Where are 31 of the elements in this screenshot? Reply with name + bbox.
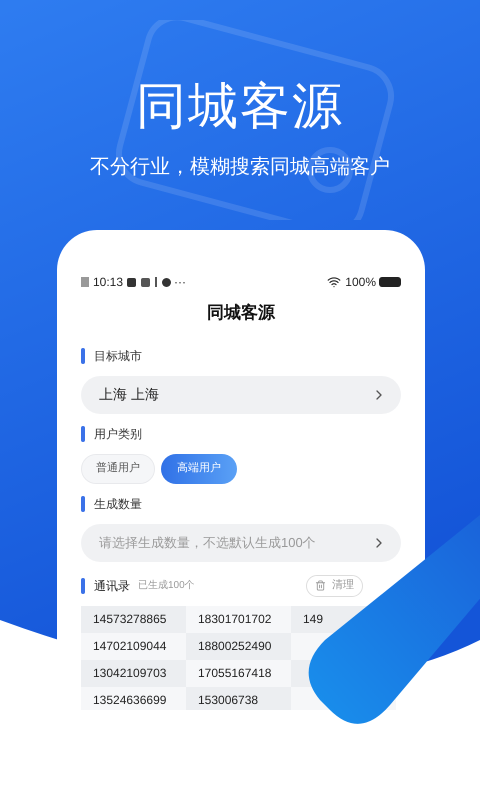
user-type-chip[interactable]: 高端用户 xyxy=(161,454,237,484)
phone-number-cell: 18301701702 xyxy=(186,606,291,632)
more-notifications: ··· xyxy=(174,274,186,291)
phone-number-cell: 13042109703 xyxy=(81,660,186,686)
battery-percent: 100% xyxy=(345,274,376,291)
battery-icon xyxy=(379,277,401,287)
generated-count: 已生成100个 xyxy=(138,578,195,593)
phone-number-cell: 153006738 xyxy=(186,686,291,710)
section-label: 通讯录 xyxy=(94,578,130,594)
section-label: 目标城市 xyxy=(94,348,142,364)
section-label: 用户类别 xyxy=(94,426,142,442)
phone-number-cell: 18800252490 xyxy=(186,632,291,660)
phone-number-cell: 14702109044 xyxy=(81,632,186,660)
hero-title: 同城客源 xyxy=(136,78,344,134)
phone-number-cell: 13524636699 xyxy=(81,686,186,710)
phone-number-cell: 17055167418 xyxy=(186,660,291,686)
phone-number-cell: 14573278865 xyxy=(81,606,186,632)
status-time: 10:13 xyxy=(93,274,124,291)
hero-subtitle: 不分行业，模糊搜索同城高端客户 xyxy=(90,155,390,180)
quantity-input[interactable]: 请选择生成数量，不选默认生成100个 xyxy=(99,532,371,552)
select-field[interactable]: 上海 上海 xyxy=(81,376,401,414)
section-marker xyxy=(81,348,85,364)
section-marker xyxy=(81,578,85,594)
screen-title: 同城客源 xyxy=(206,302,276,324)
section-marker xyxy=(81,496,85,512)
user-type-chip[interactable]: 普通用户 xyxy=(81,454,155,484)
wifi-icon xyxy=(327,275,342,289)
section-label: 生成数量 xyxy=(94,496,142,512)
select-field[interactable]: 请选择生成数量，不选默认生成100个 xyxy=(81,524,401,562)
section-marker xyxy=(81,426,85,442)
trash-icon xyxy=(315,580,326,591)
